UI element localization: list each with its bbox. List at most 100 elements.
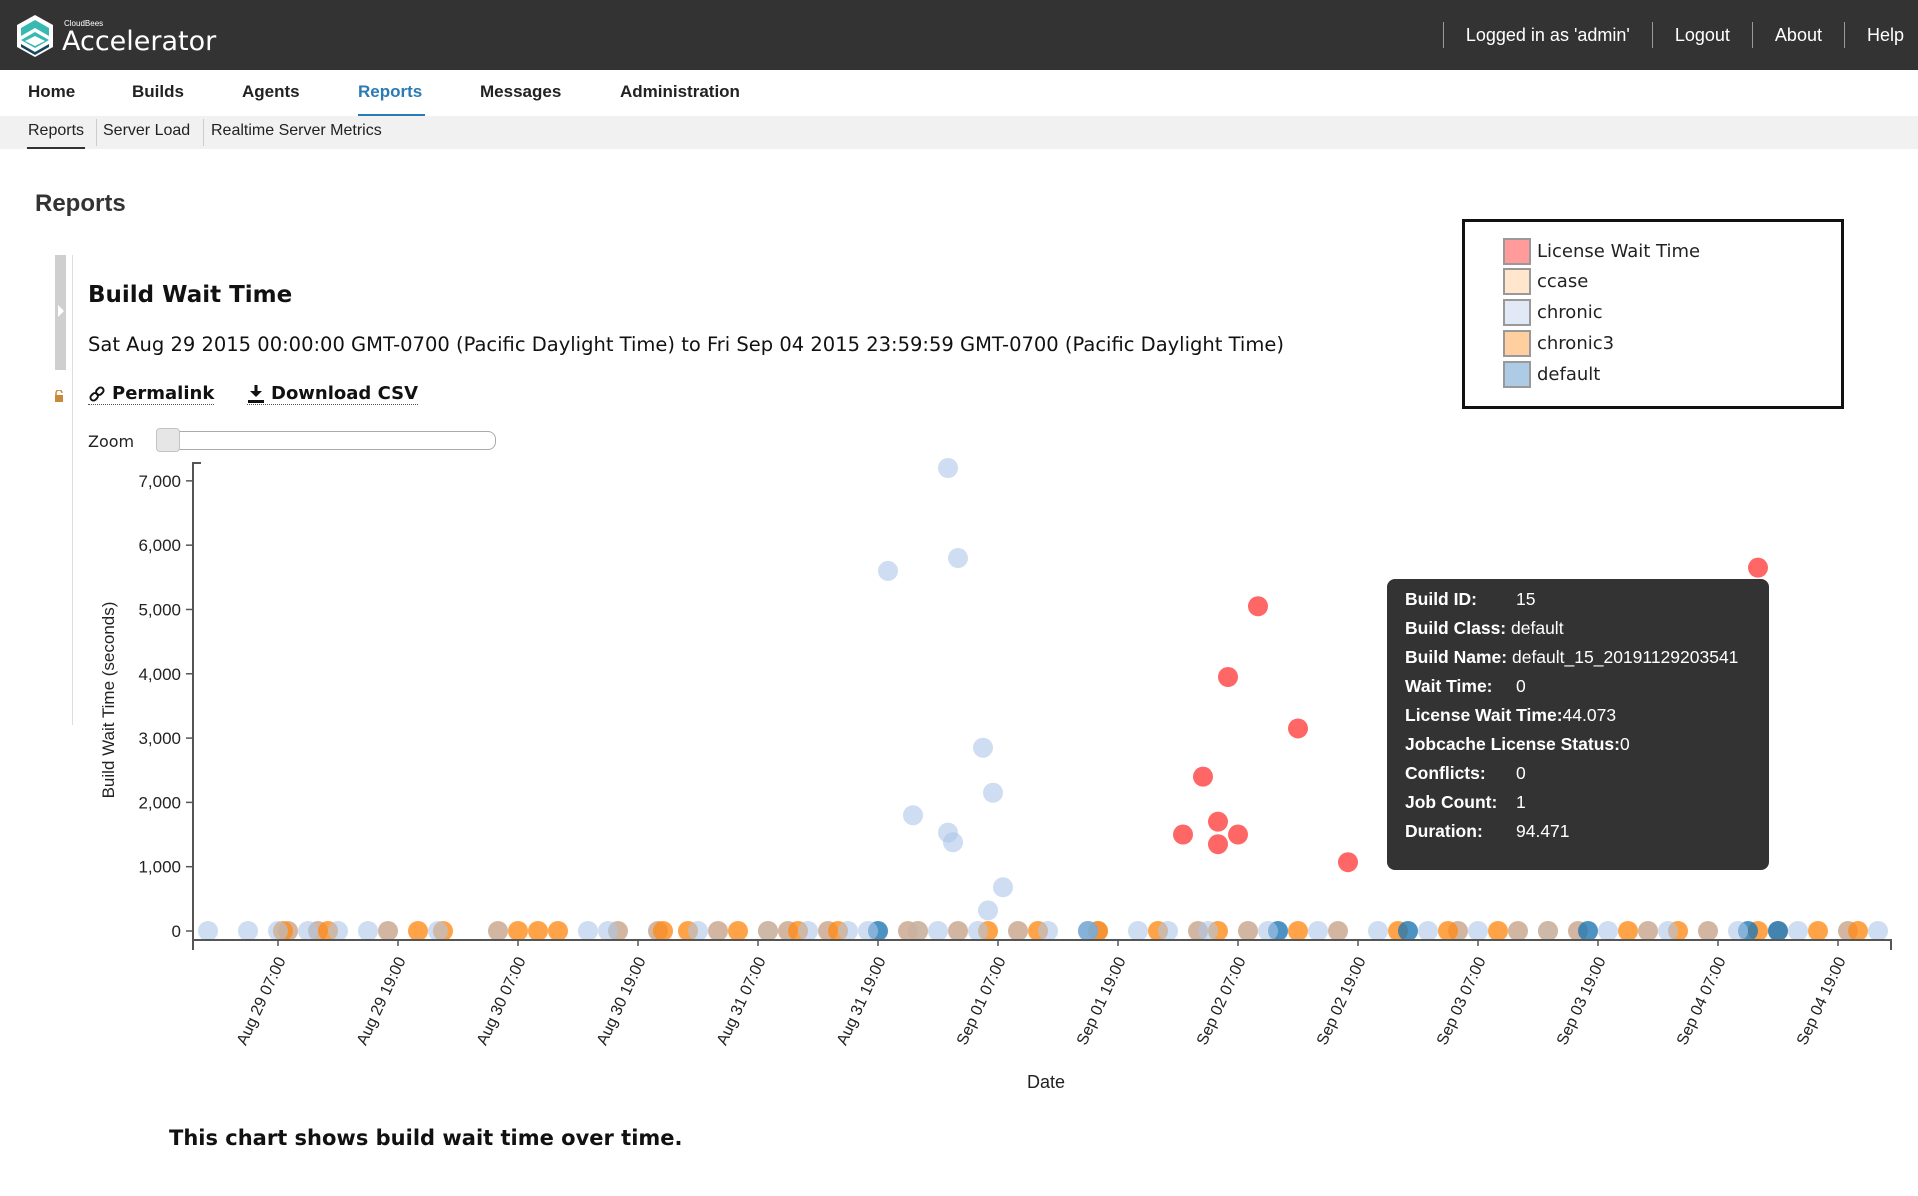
data-point[interactable] xyxy=(1248,596,1268,617)
data-point[interactable] xyxy=(1208,834,1228,855)
tooltip-row: Build ID: 15 xyxy=(1405,589,1535,610)
data-point[interactable] xyxy=(1578,921,1598,941)
data-point[interactable] xyxy=(688,921,708,941)
data-point[interactable] xyxy=(1438,921,1458,941)
data-point[interactable] xyxy=(838,921,858,941)
tooltip-row: Jobcache License Status:0 xyxy=(1405,734,1630,755)
x-tick-label: Aug 29 07:00 xyxy=(234,954,290,1048)
data-point[interactable] xyxy=(968,921,988,941)
legend-label: default xyxy=(1537,363,1601,385)
data-point[interactable] xyxy=(903,805,923,826)
data-point[interactable] xyxy=(1618,921,1638,941)
data-point[interactable] xyxy=(408,921,428,941)
data-point[interactable] xyxy=(1398,921,1418,941)
data-point[interactable] xyxy=(938,458,958,478)
data-point[interactable] xyxy=(578,921,598,941)
data-point[interactable] xyxy=(328,921,348,941)
data-point[interactable] xyxy=(1658,921,1678,941)
data-point[interactable] xyxy=(728,921,748,941)
data-point[interactable] xyxy=(653,921,673,941)
data-point[interactable] xyxy=(298,921,318,941)
tooltip-label: Wait Time: xyxy=(1405,676,1493,696)
data-point[interactable] xyxy=(198,921,218,941)
data-point[interactable] xyxy=(358,921,378,941)
data-point[interactable] xyxy=(1038,921,1058,941)
data-point[interactable] xyxy=(878,560,898,581)
data-point[interactable] xyxy=(1328,921,1348,941)
data-point[interactable] xyxy=(1128,921,1148,941)
data-point[interactable] xyxy=(1768,921,1788,941)
data-point[interactable] xyxy=(983,782,1003,803)
data-point[interactable] xyxy=(1218,666,1238,687)
data-point[interactable] xyxy=(238,921,258,941)
point-tooltip: Build ID: 15 Build Class: default Build N… xyxy=(1387,579,1769,870)
data-point[interactable] xyxy=(993,877,1013,898)
data-point[interactable] xyxy=(1808,921,1828,941)
data-point[interactable] xyxy=(1488,921,1508,941)
y-tick-label: 5,000 xyxy=(138,600,181,619)
tooltip-value: 0 xyxy=(1516,676,1526,696)
data-point[interactable] xyxy=(943,832,963,853)
data-point[interactable] xyxy=(528,921,548,941)
data-point[interactable] xyxy=(488,921,508,941)
data-point[interactable] xyxy=(1698,921,1718,941)
data-point[interactable] xyxy=(268,921,288,941)
data-point[interactable] xyxy=(858,921,878,941)
data-point[interactable] xyxy=(548,921,568,941)
legend-item[interactable]: default xyxy=(1503,359,1600,389)
legend-item[interactable]: License Wait Time xyxy=(1503,236,1700,266)
data-point[interactable] xyxy=(798,921,818,941)
data-point[interactable] xyxy=(1238,921,1258,941)
data-point[interactable] xyxy=(1158,921,1178,941)
legend-swatch xyxy=(1503,267,1531,295)
data-point[interactable] xyxy=(978,900,998,921)
tooltip-label: Duration: xyxy=(1405,821,1483,841)
data-point[interactable] xyxy=(1198,921,1218,941)
tooltip-row: License Wait Time:44.073 xyxy=(1405,705,1616,726)
y-axis-line xyxy=(192,462,201,940)
data-point[interactable] xyxy=(908,921,928,941)
data-point[interactable] xyxy=(1418,921,1438,941)
data-point[interactable] xyxy=(708,921,728,941)
data-point[interactable] xyxy=(1193,766,1213,787)
data-point[interactable] xyxy=(1078,921,1098,941)
x-tick-label: Sep 01 07:00 xyxy=(954,954,1010,1048)
data-point[interactable] xyxy=(1338,852,1358,873)
legend-item[interactable]: chronic xyxy=(1503,297,1603,327)
data-point[interactable] xyxy=(1468,921,1488,941)
legend-item[interactable]: ccase xyxy=(1503,266,1588,296)
data-point[interactable] xyxy=(1368,921,1388,941)
data-point[interactable] xyxy=(1008,921,1028,941)
data-point[interactable] xyxy=(758,921,778,941)
data-point[interactable] xyxy=(1258,921,1278,941)
data-point[interactable] xyxy=(428,921,448,941)
data-point[interactable] xyxy=(1308,921,1328,941)
data-point[interactable] xyxy=(1288,921,1308,941)
data-point[interactable] xyxy=(1598,921,1618,941)
data-point[interactable] xyxy=(378,921,398,941)
data-point[interactable] xyxy=(1208,811,1228,832)
data-point[interactable] xyxy=(1788,921,1808,941)
data-point[interactable] xyxy=(1508,921,1528,941)
x-tick-label: Aug 31 07:00 xyxy=(714,954,770,1048)
data-point[interactable] xyxy=(1748,557,1768,578)
data-point[interactable] xyxy=(1173,824,1193,845)
data-point[interactable] xyxy=(1228,824,1248,845)
data-point[interactable] xyxy=(1288,718,1308,739)
data-point[interactable] xyxy=(1638,921,1658,941)
data-point[interactable] xyxy=(948,921,968,941)
data-point[interactable] xyxy=(973,737,993,758)
y-tick-label: 2,000 xyxy=(138,793,181,812)
legend-label: chronic3 xyxy=(1537,332,1615,354)
data-point[interactable] xyxy=(948,548,968,569)
data-point[interactable] xyxy=(1538,921,1558,941)
data-point[interactable] xyxy=(1868,921,1888,941)
data-point[interactable] xyxy=(508,921,528,941)
tooltip-label: Job Count: xyxy=(1405,792,1498,812)
tooltip-value: 44.073 xyxy=(1562,705,1617,725)
data-point[interactable] xyxy=(1848,921,1868,941)
data-point[interactable] xyxy=(928,921,948,941)
legend-item[interactable]: chronic3 xyxy=(1503,328,1614,358)
data-point[interactable] xyxy=(1728,921,1748,941)
data-point[interactable] xyxy=(598,921,618,941)
